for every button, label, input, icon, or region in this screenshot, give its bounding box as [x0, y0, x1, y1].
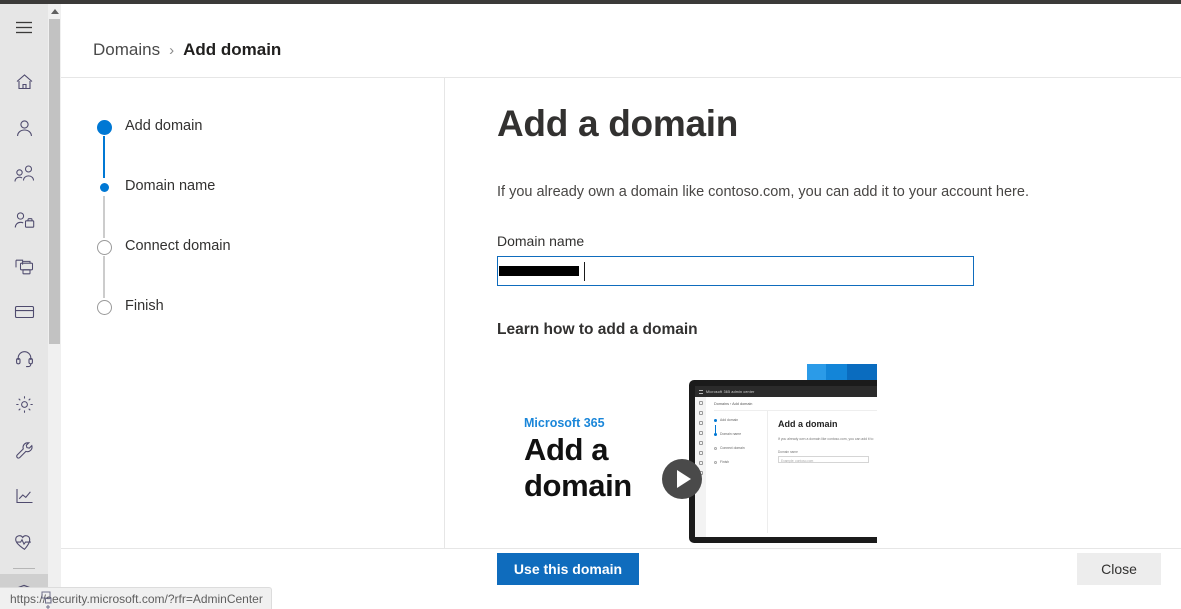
support-headset-icon[interactable]: [0, 338, 48, 378]
close-button[interactable]: Close: [1077, 553, 1161, 585]
mock-field-label: Domain name: [778, 450, 798, 454]
wizard-step-domain-name[interactable]: Domain name: [94, 178, 231, 238]
breadcrumb: Domains › Add domain: [93, 40, 281, 60]
tutorial-video-thumbnail[interactable]: Microsoft 365 Add a domain Microsoft 365 …: [497, 359, 877, 548]
wizard-step-add-domain[interactable]: Add domain: [94, 118, 231, 178]
step-dot-pending-icon: [96, 240, 112, 255]
content-split: Add domain Domain name Connect domain Fi…: [61, 78, 1181, 548]
page-content: Domains › Add domain Add domain Domain n…: [61, 4, 1181, 587]
video-section-heading: Learn how to add a domain: [497, 321, 698, 338]
breadcrumb-separator-icon: ›: [169, 41, 175, 59]
rail-divider: [13, 568, 35, 569]
wizard-step-finish[interactable]: Finish: [94, 298, 231, 315]
laptop-mockup: Microsoft 365 admin center Domains › Add…: [683, 380, 877, 548]
wizard-step-connect-domain[interactable]: Connect domain: [94, 238, 231, 298]
video-brand-label: Microsoft 365: [524, 416, 605, 430]
roles-icon[interactable]: [0, 200, 48, 240]
step-marker-wrap: [94, 298, 114, 315]
step-dot-active-icon: [96, 120, 112, 135]
step-connector: [103, 256, 105, 298]
domain-name-input[interactable]: [497, 256, 974, 286]
mock-step: Add domain: [714, 418, 767, 422]
use-this-domain-button[interactable]: Use this domain: [497, 553, 639, 585]
page-title: Add a domain: [497, 103, 739, 144]
mock-step: Domain name: [714, 432, 767, 436]
left-nav-rail: [0, 4, 48, 609]
status-bar: https://security.microsoft.com/?rfr=Admi…: [0, 587, 272, 609]
mock-pane: Add a domain If you already own a domain…: [768, 411, 877, 533]
step-marker-wrap: [94, 238, 114, 298]
step-dot-pending-icon: [96, 300, 112, 315]
billing-icon[interactable]: [0, 292, 48, 332]
mock-main: Domains › Add domain Add domain Domain n…: [706, 397, 877, 537]
setup-wrench-icon[interactable]: [0, 430, 48, 470]
mock-wizard: Add domain Domain name Connect domain Fi…: [706, 411, 768, 533]
page-description: If you already own a domain like contoso…: [497, 184, 1029, 200]
laptop-lid: Microsoft 365 admin center Domains › Add…: [689, 380, 877, 543]
user-icon[interactable]: [0, 108, 48, 148]
mock-paragraph: If you already own a domain like contoso…: [778, 437, 874, 441]
breadcrumb-parent-link[interactable]: Domains: [93, 40, 160, 60]
step-dot-current-icon: [99, 183, 109, 192]
settings-gear-icon[interactable]: [0, 384, 48, 424]
nav-scrollbar[interactable]: [48, 4, 61, 587]
step-marker-wrap: [94, 178, 114, 238]
footer-actions: Use this domain Close: [61, 548, 1181, 586]
reports-chart-icon[interactable]: [0, 476, 48, 516]
health-heart-icon[interactable]: [0, 522, 48, 562]
mock-heading: Add a domain: [778, 419, 838, 429]
breadcrumb-current: Add domain: [183, 40, 282, 59]
breadcrumb-bar: Domains › Add domain: [61, 4, 1181, 78]
step-marker-wrap: [94, 118, 114, 178]
wizard-step-label: Domain name: [125, 178, 216, 194]
cursor-move-icon: [38, 589, 58, 609]
wizard-panel: Add domain Domain name Connect domain Fi…: [61, 78, 445, 548]
video-title: Add a domain: [524, 432, 632, 503]
scrollbar-up-arrow-icon[interactable]: [48, 4, 61, 18]
main-content: Add a domain If you already own a domain…: [445, 78, 1181, 548]
mock-topbar: Microsoft 365 admin center: [695, 386, 877, 397]
wizard-step-label: Add domain: [125, 118, 203, 134]
hamburger-menu-icon[interactable]: [0, 4, 48, 50]
laptop-screen: Microsoft 365 admin center Domains › Add…: [695, 386, 877, 537]
mock-step: Connect domain: [714, 446, 767, 450]
redacted-value-overlay: [499, 266, 579, 276]
mock-step-connector: [715, 425, 716, 434]
wizard-step-label: Connect domain: [125, 238, 231, 254]
wizard-step-label: Finish: [125, 298, 164, 314]
mock-step: Finish: [714, 460, 767, 464]
scrollbar-thumb[interactable]: [49, 19, 60, 344]
devices-icon[interactable]: [0, 246, 48, 286]
domain-name-label: Domain name: [497, 233, 585, 249]
mock-body: Domains › Add domain Add domain Domain n…: [695, 397, 877, 537]
play-button-icon[interactable]: [662, 459, 702, 499]
mock-breadcrumb: Domains › Add domain: [714, 402, 877, 411]
mock-field-input: Example: contoso.com: [778, 456, 870, 463]
step-connector: [103, 196, 105, 238]
admin-center-window: Domains › Add domain Add domain Domain n…: [0, 0, 1181, 609]
mock-hamburger-icon: [699, 389, 703, 394]
step-connector: [103, 136, 105, 178]
wizard-steps: Add domain Domain name Connect domain Fi…: [94, 118, 231, 315]
text-caret: [584, 262, 585, 281]
teams-groups-icon[interactable]: [0, 154, 48, 194]
mock-app-title: Microsoft 365 admin center: [706, 389, 755, 394]
home-icon[interactable]: [0, 62, 48, 102]
mock-cols: Add domain Domain name Connect domain Fi…: [706, 411, 877, 533]
